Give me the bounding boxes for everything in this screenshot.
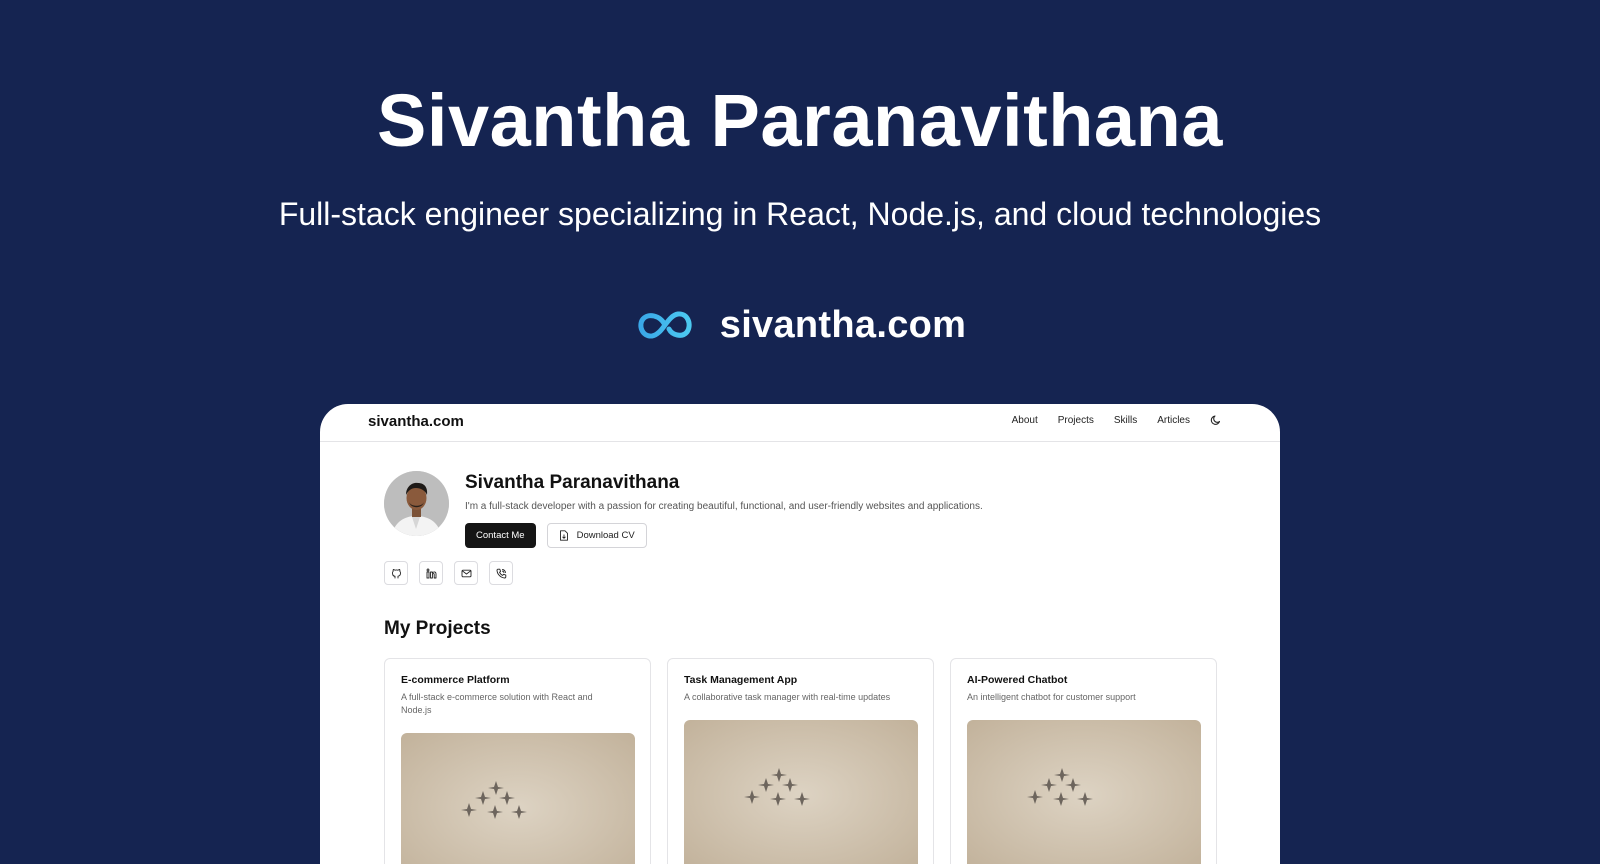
website-preview: sivantha.com About Projects Skills Artic… bbox=[320, 404, 1280, 864]
nav-link-about[interactable]: About bbox=[1012, 415, 1038, 426]
project-title: E-commerce Platform bbox=[401, 674, 510, 686]
social-links bbox=[384, 561, 513, 585]
phone-icon bbox=[496, 568, 507, 579]
projects-heading: My Projects bbox=[384, 618, 491, 639]
linkedin-icon bbox=[426, 568, 437, 579]
download-cv-button[interactable]: Download CV bbox=[546, 523, 647, 548]
project-title: Task Management App bbox=[684, 674, 798, 686]
github-link[interactable] bbox=[384, 561, 408, 585]
project-image bbox=[401, 733, 635, 864]
mail-icon bbox=[461, 568, 472, 579]
project-image bbox=[684, 720, 918, 864]
contact-me-button[interactable]: Contact Me bbox=[465, 523, 536, 548]
email-link[interactable] bbox=[454, 561, 478, 585]
profile-bio: I'm a full-stack developer with a passio… bbox=[465, 501, 983, 512]
site-navbar: sivantha.com About Projects Skills Artic… bbox=[320, 404, 1280, 442]
nav-link-projects[interactable]: Projects bbox=[1058, 415, 1094, 426]
phone-link[interactable] bbox=[489, 561, 513, 585]
profile-actions: Contact Me Download CV bbox=[465, 523, 983, 548]
hero-title: Sivantha Paranavithana bbox=[377, 79, 1223, 162]
brand-row: sivantha.com bbox=[0, 300, 1600, 350]
hero-subtitle: Full-stack engineer specializing in Reac… bbox=[278, 196, 1322, 232]
project-card[interactable]: Task Management App A collaborative task… bbox=[667, 658, 934, 864]
projects-grid: E-commerce Platform A full-stack e-comme… bbox=[384, 658, 1217, 864]
download-cv-label: Download CV bbox=[576, 530, 635, 541]
github-icon bbox=[391, 568, 402, 579]
profile-section: Sivantha Paranavithana I'm a full-stack … bbox=[384, 471, 983, 548]
site-brand[interactable]: sivantha.com bbox=[368, 413, 464, 430]
project-card[interactable]: AI-Powered Chatbot An intelligent chatbo… bbox=[950, 658, 1217, 864]
linkedin-link[interactable] bbox=[419, 561, 443, 585]
project-title: AI-Powered Chatbot bbox=[967, 674, 1068, 686]
project-card[interactable]: E-commerce Platform A full-stack e-comme… bbox=[384, 658, 651, 864]
infinity-logo-icon bbox=[634, 307, 696, 343]
project-description: A collaborative task manager with real-t… bbox=[684, 692, 891, 702]
avatar bbox=[384, 471, 449, 536]
file-download-icon bbox=[559, 530, 569, 541]
nav-links: About Projects Skills Articles bbox=[1012, 414, 1222, 426]
project-description: An intelligent chatbot for customer supp… bbox=[967, 692, 1136, 702]
moon-icon[interactable] bbox=[1210, 414, 1222, 426]
nav-link-articles[interactable]: Articles bbox=[1157, 415, 1190, 426]
project-description: A full-stack e-commerce solution with Re… bbox=[401, 692, 593, 715]
project-image bbox=[967, 720, 1201, 864]
brand-domain: sivantha.com bbox=[719, 303, 967, 346]
profile-name: Sivantha Paranavithana bbox=[465, 472, 680, 493]
nav-link-skills[interactable]: Skills bbox=[1114, 415, 1137, 426]
profile-info: Sivantha Paranavithana I'm a full-stack … bbox=[465, 471, 983, 548]
